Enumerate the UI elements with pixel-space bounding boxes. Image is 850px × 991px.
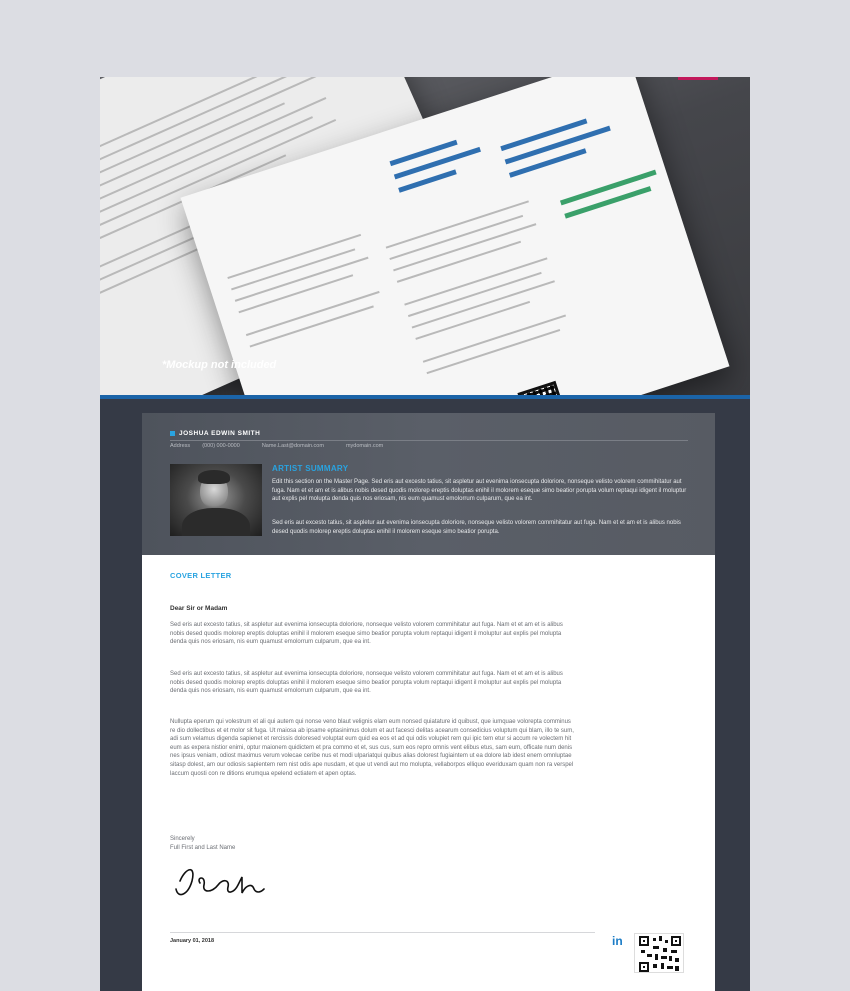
signature xyxy=(175,868,265,896)
template-preview-frame: *Mockup not included JOSHUA EDWIN SMITH … xyxy=(100,77,750,991)
letter-date: January 01, 2018 xyxy=(170,938,215,944)
name-marker-icon xyxy=(170,431,175,436)
phone: (000) 000-0000 xyxy=(202,443,240,449)
mockup-hero: *Mockup not included xyxy=(100,77,750,395)
footer-divider xyxy=(170,932,595,933)
qr-code-icon xyxy=(517,380,568,395)
resume-header: JOSHUA EDWIN SMITH Address (000) 000-000… xyxy=(142,413,715,555)
closing-block: Sincerely Full First and Last Name xyxy=(170,835,235,853)
hero-divider xyxy=(100,395,750,399)
summary-paragraph: Sed eris aut excesto tatius, sit aspletu… xyxy=(272,520,681,535)
summary-title: ARTIST SUMMARY xyxy=(272,464,349,473)
header-divider xyxy=(170,440,688,441)
accent-mark xyxy=(678,77,718,80)
salutation: Dear Sir or Madam xyxy=(170,605,228,612)
address-label: Address xyxy=(170,443,191,449)
profile-photo xyxy=(170,464,262,536)
linkedin-icon[interactable]: in xyxy=(612,934,623,948)
qr-code-icon xyxy=(634,933,684,973)
name-row: JOSHUA EDWIN SMITH xyxy=(170,430,260,437)
contact-row: Address (000) 000-0000 Name.Last@domain.… xyxy=(170,443,395,449)
signer-name: Full First and Last Name xyxy=(170,845,236,851)
applicant-name: JOSHUA EDWIN SMITH xyxy=(179,430,261,437)
mockup-note: *Mockup not included xyxy=(162,359,277,371)
cover-letter-page: JOSHUA EDWIN SMITH Address (000) 000-000… xyxy=(142,413,715,991)
closing: Sincerely xyxy=(170,836,195,842)
letter-paragraph: Sed eris aut excesto tatius, sit aspletu… xyxy=(170,671,563,695)
letter-paragraph: Nullupta eperum qui volestrum et ali qui… xyxy=(170,719,574,777)
email: Name.Last@domain.com xyxy=(261,443,324,449)
letter-paragraph: Sed eris aut excesto tatius, sit aspletu… xyxy=(170,622,563,646)
website: mydomain.com xyxy=(345,443,384,449)
summary-paragraph: Edit this section on the Master Page. Se… xyxy=(272,479,687,503)
cover-letter-title: COVER LETTER xyxy=(170,571,232,580)
